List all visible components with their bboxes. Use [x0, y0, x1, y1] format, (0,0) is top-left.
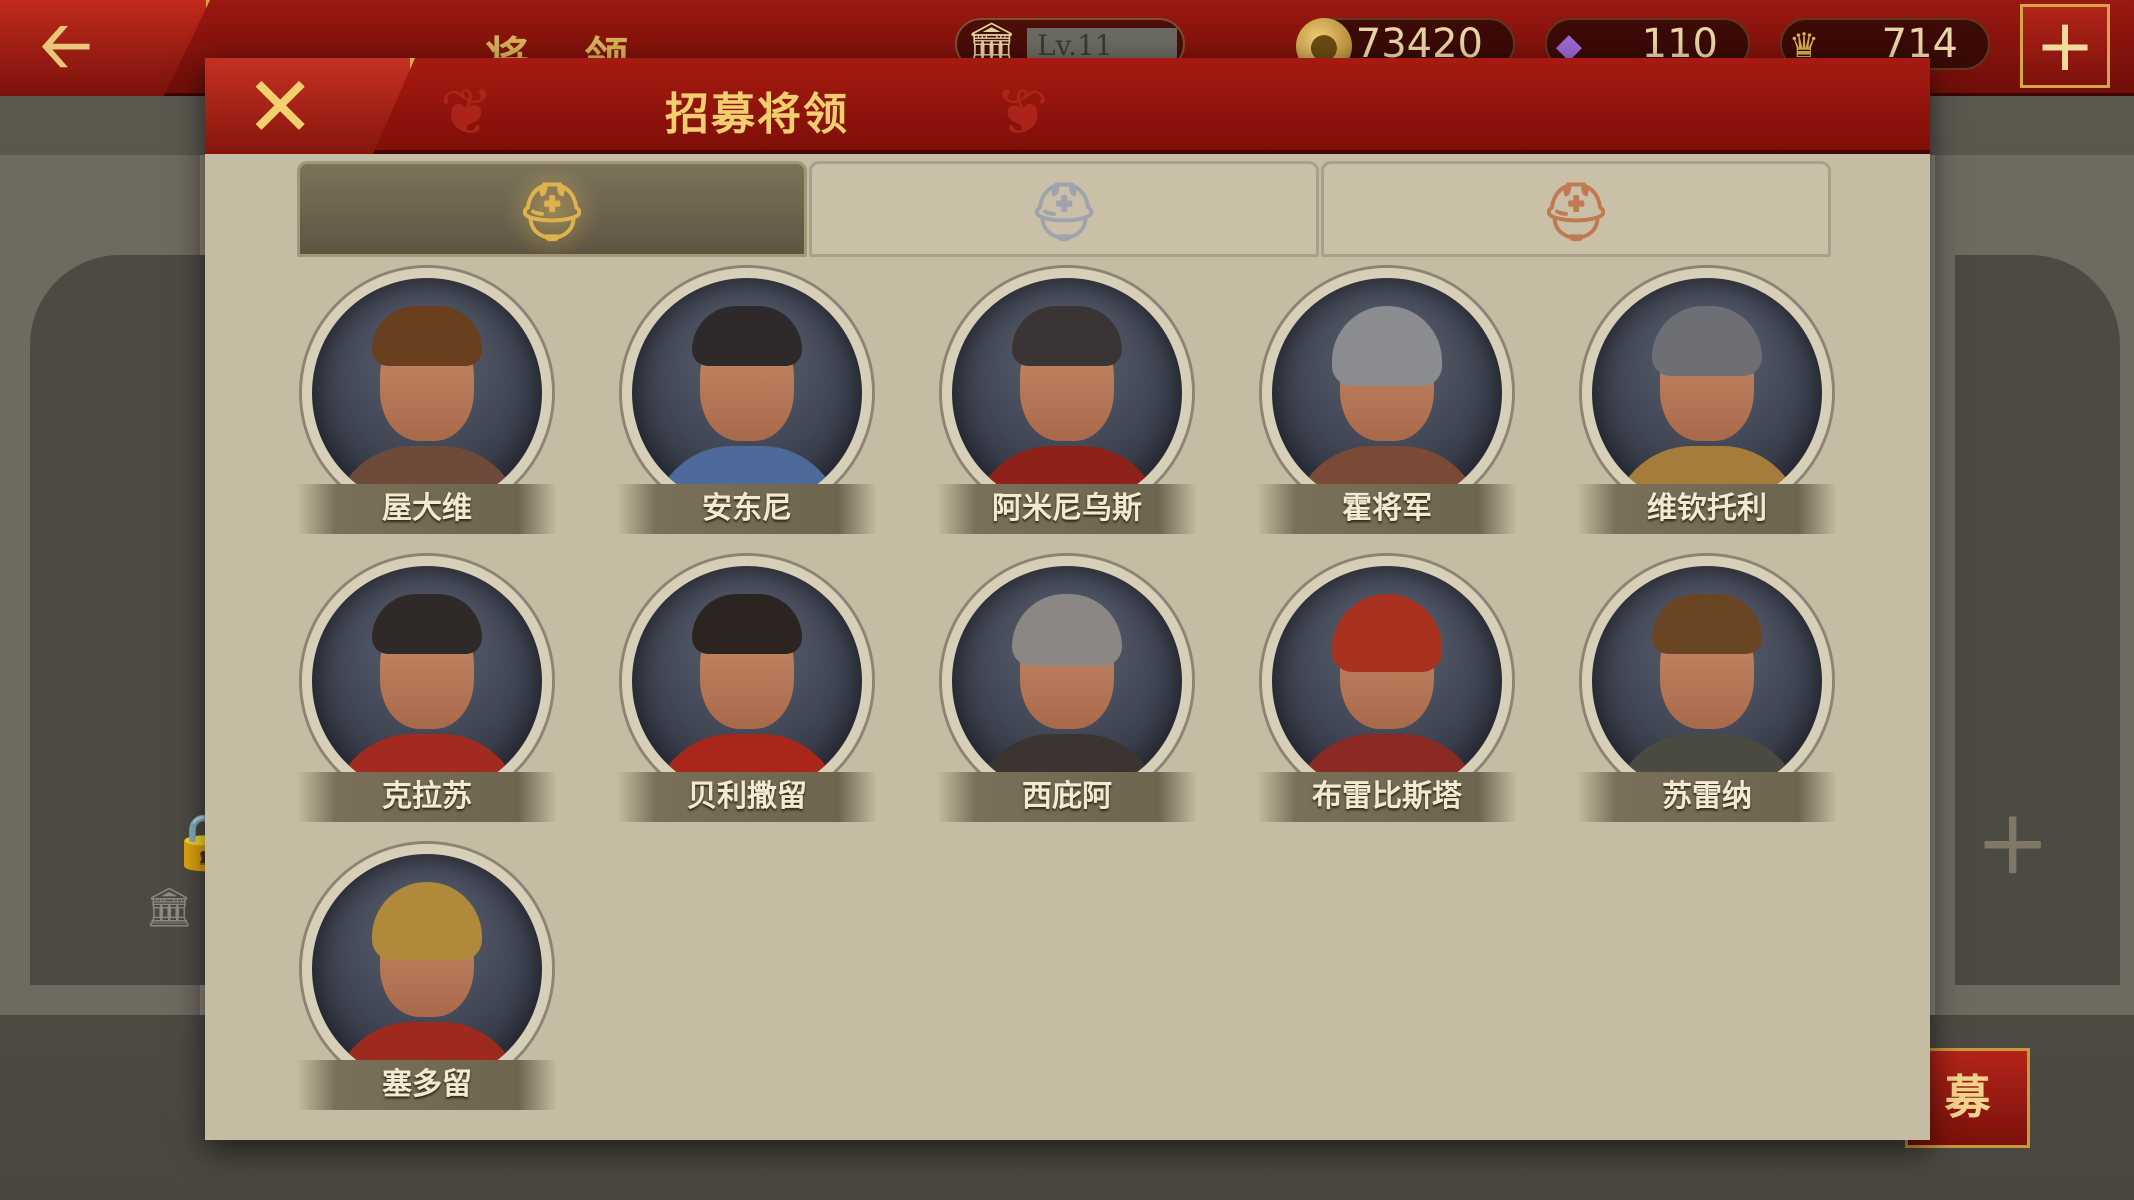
general-name: 阿米尼乌斯: [937, 484, 1197, 534]
general-portrait: [942, 268, 1192, 518]
spartan-helmet-laurel-icon: ⛑: [1540, 179, 1612, 245]
generals-grid: 屋大维 安东尼 阿米尼乌斯 霍将军 维钦托利 克拉苏 贝利撒留 西庇阿 布雷比斯…: [297, 268, 1857, 1128]
general-card[interactable]: 霍将军: [1257, 268, 1517, 534]
general-name: 布雷比斯塔: [1257, 772, 1517, 822]
general-portrait: [302, 844, 552, 1094]
general-card[interactable]: 贝利撒留: [617, 556, 877, 822]
general-card[interactable]: 屋大维: [297, 268, 557, 534]
general-card[interactable]: 维钦托利: [1577, 268, 1837, 534]
dialog-header: ✕ ❦ ❦ 招募将领: [205, 58, 1930, 154]
recruit-generals-dialog: ✕ ❦ ❦ 招募将领 ⛑ ⛑ ⛑ 屋大维 安东尼 阿米尼乌斯 霍将军 维钦托利 …: [205, 58, 1930, 1140]
general-name: 西庇阿: [937, 772, 1197, 822]
general-card[interactable]: 安东尼: [617, 268, 877, 534]
general-portrait: [1582, 556, 1832, 806]
tier-tabs: ⛑ ⛑ ⛑: [297, 161, 1837, 259]
tab-silver-tier[interactable]: ⛑: [809, 161, 1319, 257]
spartan-helmet-laurel-icon: ⛑: [497, 170, 607, 254]
temple-icon: 🏛: [145, 885, 194, 929]
general-card[interactable]: 布雷比斯塔: [1257, 556, 1517, 822]
general-name: 克拉苏: [297, 772, 557, 822]
general-portrait: [302, 268, 552, 518]
general-portrait: [1262, 268, 1512, 518]
laurel-left-icon: ❦: [440, 76, 494, 150]
tab-bronze-tier[interactable]: ⛑: [1321, 161, 1831, 257]
general-card[interactable]: 塞多留: [297, 844, 557, 1110]
general-portrait: [942, 556, 1192, 806]
back-arrow-icon: 🡠: [40, 9, 92, 83]
laurel-right-icon: ❦: [995, 76, 1049, 150]
general-portrait: [622, 556, 872, 806]
general-portrait: [302, 556, 552, 806]
general-card[interactable]: 西庇阿: [937, 556, 1197, 822]
general-card[interactable]: 阿米尼乌斯: [937, 268, 1197, 534]
general-portrait: [1262, 556, 1512, 806]
dialog-title: 招募将领: [665, 89, 849, 140]
general-name: 维钦托利: [1577, 484, 1837, 534]
general-portrait: [1582, 268, 1832, 518]
locked-slot-silhouette: [30, 255, 210, 985]
back-button[interactable]: 🡠: [0, 0, 210, 96]
general-card[interactable]: 克拉苏: [297, 556, 557, 822]
general-name: 霍将军: [1257, 484, 1517, 534]
general-name: 贝利撒留: [617, 772, 877, 822]
tab-gold-tier[interactable]: ⛑: [297, 161, 807, 257]
add-slot-icon: +: [1975, 790, 2051, 895]
general-portrait: [622, 268, 872, 518]
close-button[interactable]: ✕: [205, 58, 415, 154]
general-name: 苏雷纳: [1577, 772, 1837, 822]
general-name: 安东尼: [617, 484, 877, 534]
general-card[interactable]: 苏雷纳: [1577, 556, 1837, 822]
add-resource-button[interactable]: +: [2020, 4, 2110, 88]
plus-icon: +: [2034, 3, 2096, 87]
general-name: 塞多留: [297, 1060, 557, 1110]
general-name: 屋大维: [297, 484, 557, 534]
spartan-helmet-laurel-icon: ⛑: [1028, 179, 1100, 245]
close-icon: ✕: [245, 58, 316, 156]
recruit-label: 募: [1944, 1070, 1991, 1124]
